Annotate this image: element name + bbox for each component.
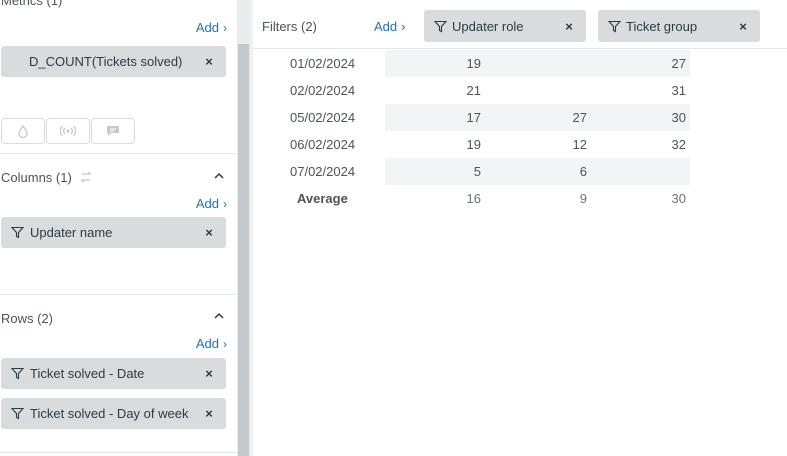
cell: 19 xyxy=(466,56,481,71)
table-row: 05/02/2024 17 27 30 xyxy=(253,104,693,131)
cell: 19 xyxy=(466,137,481,152)
table-row: 07/02/2024 5 6 xyxy=(253,158,693,185)
chevron-right-icon: › xyxy=(401,19,406,34)
filter-chip-label: Updater role xyxy=(452,18,524,34)
table-row: 01/02/2024 19 27 xyxy=(253,50,693,77)
average-cell: 30 xyxy=(671,191,686,206)
chevron-right-icon: › xyxy=(223,21,227,35)
row-date: 07/02/2024 xyxy=(290,164,356,179)
filter-chip-ticket-group[interactable]: Ticket group × xyxy=(598,10,760,42)
rows-add-button[interactable]: Add › xyxy=(196,336,227,351)
funnel-icon xyxy=(11,367,24,380)
row-date: 02/02/2024 xyxy=(290,83,356,98)
section-divider xyxy=(0,452,237,453)
row-shade xyxy=(385,77,690,104)
row-pill[interactable]: Ticket solved - Date × xyxy=(1,358,226,389)
chat-icon[interactable] xyxy=(91,118,135,144)
table-row: 02/02/2024 21 31 xyxy=(253,77,693,104)
cell: 21 xyxy=(466,83,481,98)
row-shade xyxy=(385,158,690,185)
row-date: 06/02/2024 xyxy=(290,137,356,152)
funnel-icon xyxy=(11,407,24,420)
cell: 12 xyxy=(572,137,587,152)
columns-add-button[interactable]: Add › xyxy=(196,196,227,211)
average-cell: 9 xyxy=(579,191,587,206)
row-pill-label: Ticket solved - Date xyxy=(30,366,145,381)
average-cell: 16 xyxy=(466,191,481,206)
close-icon[interactable]: × xyxy=(202,406,216,421)
average-label: Average xyxy=(297,191,348,206)
row-date: 05/02/2024 xyxy=(290,110,356,125)
cell: 5 xyxy=(473,164,481,179)
filter-chip-label: Ticket group xyxy=(626,18,698,34)
chevron-up-icon[interactable] xyxy=(213,310,225,322)
rows-section-title: Rows (2) xyxy=(1,311,54,326)
filter-chip-updater-role[interactable]: Updater role × xyxy=(424,10,586,42)
config-panel: Metrics (1) Add › D_COUNT(Tickets solved)… xyxy=(0,0,237,456)
metrics-add-button[interactable]: Add › xyxy=(196,20,227,35)
funnel-icon xyxy=(608,20,621,32)
cell: 27 xyxy=(671,56,686,71)
row-shade xyxy=(385,131,690,158)
row-date: 01/02/2024 xyxy=(290,56,356,71)
funnel-icon xyxy=(434,20,447,32)
filters-add-label: Add xyxy=(374,19,398,34)
cell: 31 xyxy=(671,83,686,98)
chevron-right-icon: › xyxy=(223,197,227,211)
columns-title-text: Columns (1) xyxy=(1,170,72,185)
average-row: Average 16 9 30 xyxy=(253,185,693,212)
close-icon[interactable]: × xyxy=(562,19,576,34)
metrics-add-label: Add xyxy=(195,20,219,35)
close-icon[interactable]: × xyxy=(202,366,216,381)
visualization-toolbar xyxy=(1,118,136,144)
funnel-icon xyxy=(11,226,24,239)
columns-section-title: Columns (1) xyxy=(1,170,93,185)
chevron-up-icon[interactable] xyxy=(213,170,225,182)
scrollbar-thumb[interactable] xyxy=(238,44,249,456)
metrics-section-title: Metrics (1) xyxy=(1,0,63,8)
columns-add-label: Add xyxy=(195,196,219,211)
cell: 6 xyxy=(579,164,587,179)
row-shade xyxy=(385,104,690,131)
section-divider xyxy=(0,153,237,154)
close-icon[interactable]: × xyxy=(202,54,216,69)
pivot-table: 01/02/2024 19 27 02/02/2024 21 31 05/02/… xyxy=(253,50,693,212)
metric-pill[interactable]: D_COUNT(Tickets solved) × xyxy=(1,46,226,77)
row-shade xyxy=(385,50,690,77)
column-pill-label: Updater name xyxy=(30,225,113,240)
chevron-right-icon: › xyxy=(223,337,227,351)
table-row: 06/02/2024 19 12 32 xyxy=(253,131,693,158)
cell: 17 xyxy=(466,110,481,125)
cell: 27 xyxy=(572,110,587,125)
cell: 30 xyxy=(671,110,686,125)
metric-pill-label: D_COUNT(Tickets solved) xyxy=(29,54,183,69)
filters-add-button[interactable]: Add › xyxy=(374,19,405,34)
cell: 32 xyxy=(671,137,686,152)
section-divider xyxy=(0,294,237,295)
close-icon[interactable]: × xyxy=(202,225,216,240)
close-icon[interactable]: × xyxy=(736,19,750,34)
row-pill[interactable]: Ticket solved - Day of week × xyxy=(1,398,226,429)
column-pill[interactable]: Updater name × xyxy=(1,217,226,248)
filters-divider xyxy=(253,48,787,49)
filters-title: Filters (2) xyxy=(262,19,317,34)
rows-add-label: Add xyxy=(195,336,219,351)
swap-icon[interactable] xyxy=(79,171,93,183)
broadcast-icon[interactable] xyxy=(46,118,90,144)
row-pill-label: Ticket solved - Day of week xyxy=(30,406,189,421)
drop-icon[interactable] xyxy=(1,118,45,144)
